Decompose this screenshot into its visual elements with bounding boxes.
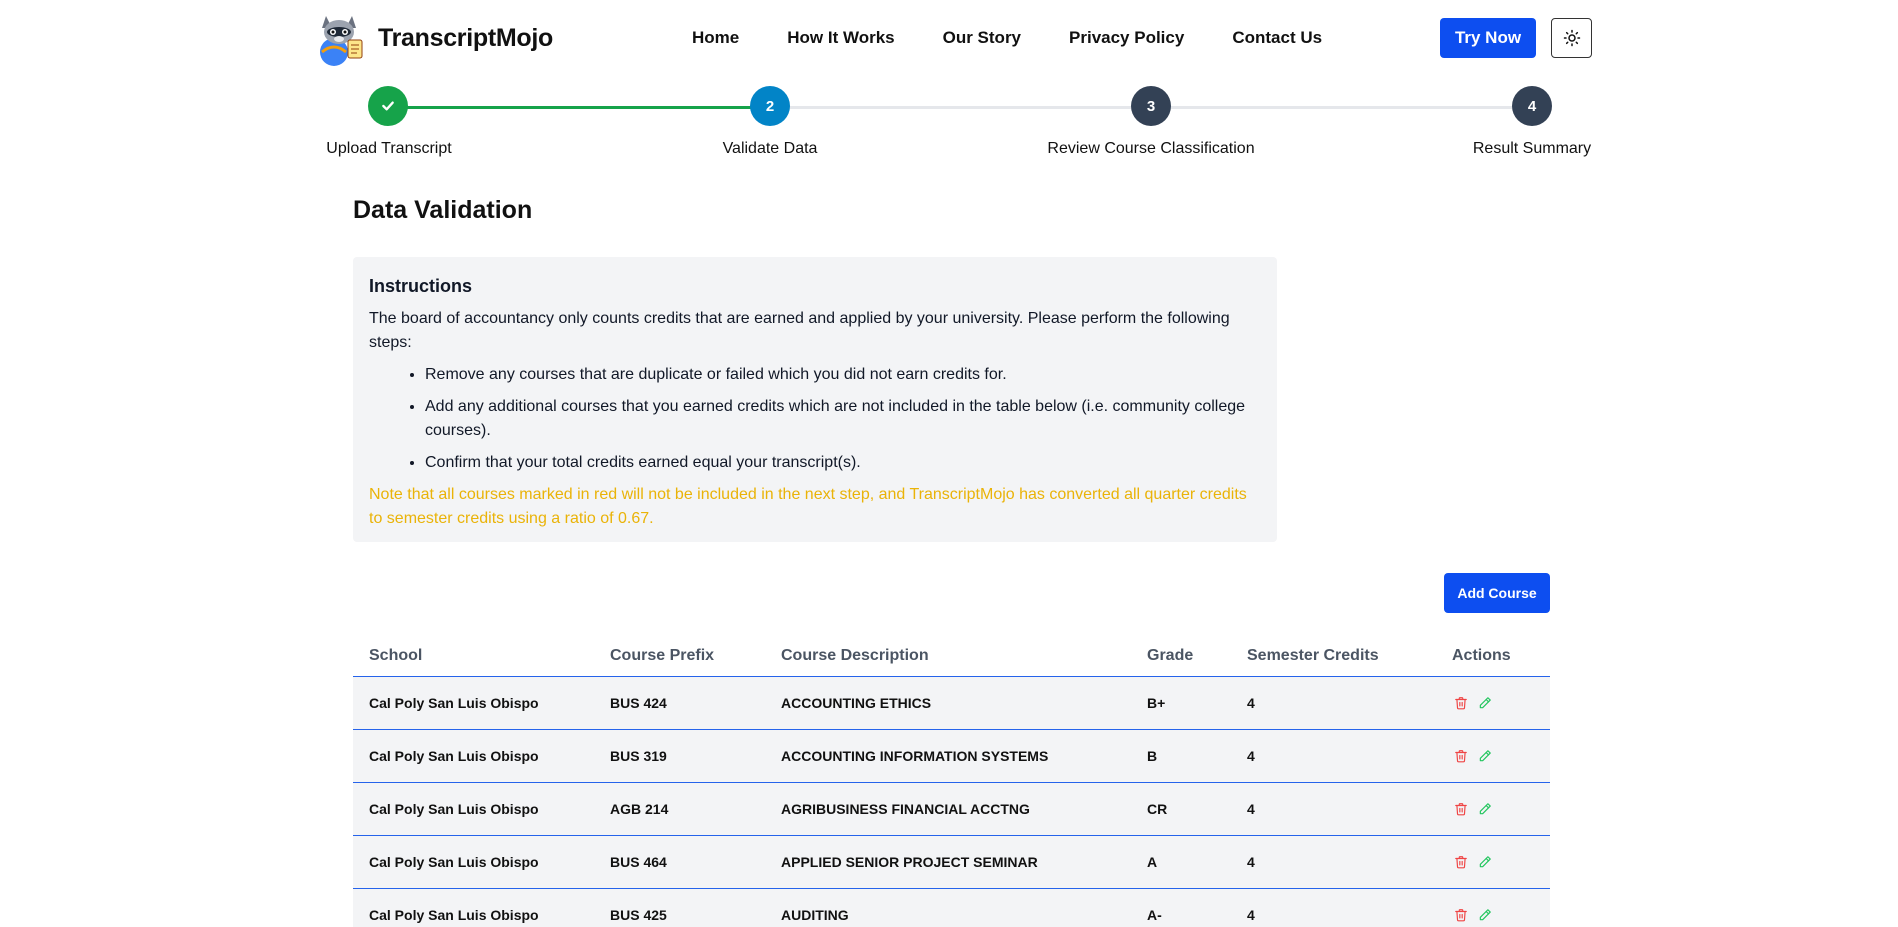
add-course-button[interactable]: Add Course	[1444, 573, 1550, 613]
courses-table: School Course Prefix Course Description …	[353, 636, 1550, 927]
page-title: Data Validation	[353, 196, 533, 224]
cell-actions	[1452, 694, 1500, 712]
pencil-icon[interactable]	[1476, 694, 1494, 712]
pencil-icon[interactable]	[1476, 747, 1494, 765]
cell-semester-credits: 4	[1247, 854, 1255, 870]
cell-grade: B	[1147, 748, 1158, 764]
trash-icon[interactable]	[1452, 800, 1470, 818]
column-header-semester-credits[interactable]: Semester Credits	[1247, 647, 1379, 665]
trash-icon[interactable]	[1452, 853, 1470, 871]
progress-stepper: 2 3 4 Upload Transcript Validate Data Re…	[0, 78, 1898, 168]
table-header: School Course Prefix Course Description …	[353, 636, 1550, 677]
main-nav: Home How It Works Our Story Privacy Poli…	[692, 28, 1370, 48]
cell-course-prefix: BUS 464	[610, 854, 667, 870]
cell-course-description: ACCOUNTING INFORMATION SYSTEMS	[781, 748, 1049, 764]
cell-course-prefix: BUS 424	[610, 695, 667, 711]
cell-course-prefix: BUS 425	[610, 907, 667, 923]
instructions-intro: The board of accountancy only counts cre…	[369, 310, 1230, 351]
column-header-grade[interactable]: Grade	[1147, 647, 1193, 665]
column-header-school[interactable]: School	[369, 647, 422, 665]
theme-toggle-button[interactable]	[1551, 18, 1592, 58]
stepper-line-complete	[388, 106, 770, 109]
column-header-course-description[interactable]: Course Description	[781, 647, 929, 665]
nav-how-it-works-link[interactable]: How It Works	[787, 28, 894, 48]
instructions-steps: Remove any courses that are duplicate or…	[369, 363, 1261, 475]
instructions-title: Instructions	[369, 276, 473, 296]
instructions-step: Remove any courses that are duplicate or…	[425, 363, 1261, 387]
instructions-note: Note that all courses marked in red will…	[369, 486, 1247, 527]
trash-icon[interactable]	[1452, 906, 1470, 924]
step-2-circle: 2	[750, 86, 790, 126]
instructions-step: Confirm that your total credits earned e…	[425, 451, 1261, 475]
table-row: Cal Poly San Luis Obispo BUS 319 ACCOUNTIN…	[353, 730, 1550, 783]
step-4-circle: 4	[1512, 86, 1552, 126]
column-header-actions: Actions	[1452, 647, 1511, 664]
step-4-label: Result Summary	[1472, 140, 1592, 157]
cell-actions	[1452, 800, 1500, 818]
nav-our-story-link[interactable]: Our Story	[943, 28, 1021, 48]
nav-privacy-policy-link[interactable]: Privacy Policy	[1069, 28, 1184, 48]
cell-school: Cal Poly San Luis Obispo	[369, 695, 539, 711]
cell-grade: CR	[1147, 801, 1168, 817]
step-3-circle: 3	[1131, 86, 1171, 126]
nav-contact-us-link[interactable]: Contact Us	[1232, 28, 1322, 48]
cell-course-description: ACCOUNTING ETHICS	[781, 695, 932, 711]
brand-logo[interactable]: TranscriptMojo	[312, 8, 553, 68]
cell-school: Cal Poly San Luis Obispo	[369, 801, 539, 817]
cell-actions	[1452, 853, 1500, 871]
table-row: Cal Poly San Luis Obispo BUS 424 ACCOUNTIN…	[353, 677, 1550, 730]
try-now-button[interactable]: Try Now	[1440, 18, 1536, 58]
column-header-course-prefix[interactable]: Course Prefix	[610, 647, 714, 665]
trash-icon[interactable]	[1452, 694, 1470, 712]
brand-name: TranscriptMojo	[378, 23, 553, 52]
pencil-icon[interactable]	[1476, 906, 1494, 924]
cell-grade: A-	[1147, 907, 1162, 923]
raccoon-mascot-icon	[320, 16, 363, 66]
cell-course-prefix: AGB 214	[610, 801, 669, 817]
cell-course-description: AGRIBUSINESS FINANCIAL ACCTNG	[781, 801, 1030, 817]
cell-actions	[1452, 906, 1500, 924]
cell-school: Cal Poly San Luis Obispo	[369, 854, 539, 870]
cell-semester-credits: 4	[1247, 801, 1255, 817]
table-row: Cal Poly San Luis Obispo BUS 425 AUDITING A…	[353, 889, 1550, 927]
instructions-panel: Instructions The board of accountancy on…	[353, 257, 1277, 542]
table-body: Cal Poly San Luis Obispo BUS 424 ACCOUNTIN…	[353, 677, 1550, 927]
table-row: Cal Poly San Luis Obispo BUS 464 APPLIED S…	[353, 836, 1550, 889]
cell-school: Cal Poly San Luis Obispo	[369, 748, 539, 764]
step-1-circle	[368, 86, 408, 126]
checkmark-icon	[382, 101, 394, 111]
pencil-icon[interactable]	[1476, 800, 1494, 818]
sun-icon	[1563, 29, 1580, 47]
cell-school: Cal Poly San Luis Obispo	[369, 907, 539, 923]
cell-actions	[1452, 747, 1500, 765]
cell-semester-credits: 4	[1247, 748, 1255, 764]
cell-course-description: AUDITING	[781, 907, 849, 923]
trash-icon[interactable]	[1452, 747, 1470, 765]
step-3-label: Review Course Classification	[1047, 140, 1255, 157]
cell-grade: B+	[1147, 695, 1166, 711]
step-2-label: Validate Data	[722, 140, 818, 157]
cell-course-description: APPLIED SENIOR PROJECT SEMINAR	[781, 854, 1038, 870]
cell-semester-credits: 4	[1247, 907, 1255, 923]
cell-semester-credits: 4	[1247, 695, 1255, 711]
table-row: Cal Poly San Luis Obispo AGB 214 AGRIBUSIN…	[353, 783, 1550, 836]
instructions-step: Add any additional courses that you earn…	[425, 395, 1261, 443]
step-1-label: Upload Transcript	[326, 140, 452, 157]
site-header: TranscriptMojo Home How It Works Our Sto…	[0, 0, 1898, 78]
cell-grade: A	[1147, 854, 1158, 870]
cell-course-prefix: BUS 319	[610, 748, 667, 764]
nav-home-link[interactable]: Home	[692, 28, 739, 48]
pencil-icon[interactable]	[1476, 853, 1494, 871]
